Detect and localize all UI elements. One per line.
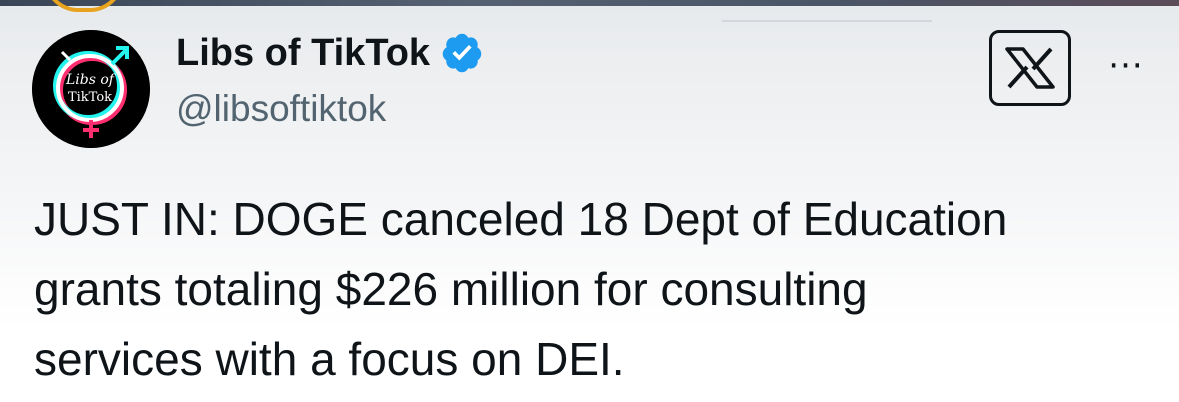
top-edge-strip <box>0 0 1179 6</box>
avatar-text-line-1: Libs of <box>65 72 117 88</box>
more-options-button[interactable]: ··· <box>1102 46 1150 86</box>
verified-badge-icon <box>440 31 484 75</box>
avatar[interactable]: Libs of TikTok <box>32 30 150 148</box>
x-logo-icon[interactable] <box>989 30 1071 106</box>
post-screenshot: Libs of TikTok Libs of TikTok @libsoftik… <box>0 0 1179 402</box>
post-text-line-3: services with a focus on DEI. <box>34 333 625 385</box>
post-text-line-1: JUST IN: DOGE canceled 18 Dept of Educat… <box>34 193 1008 245</box>
author-name-row[interactable]: Libs of TikTok <box>176 30 484 76</box>
divider-line <box>722 20 932 22</box>
author-handle[interactable]: @libsoftiktok <box>176 88 386 130</box>
author-display-name[interactable]: Libs of TikTok <box>176 32 430 75</box>
avatar-text-line-2: TikTok <box>68 90 112 105</box>
post-text-line-2: grants totaling $226 million for consult… <box>34 263 868 315</box>
post-text: JUST IN: DOGE canceled 18 Dept of Educat… <box>34 184 1154 394</box>
x-logo-glyph-icon <box>1005 47 1055 89</box>
top-orange-arc <box>44 0 124 12</box>
avatar-logo-icon: Libs of TikTok <box>32 30 150 148</box>
